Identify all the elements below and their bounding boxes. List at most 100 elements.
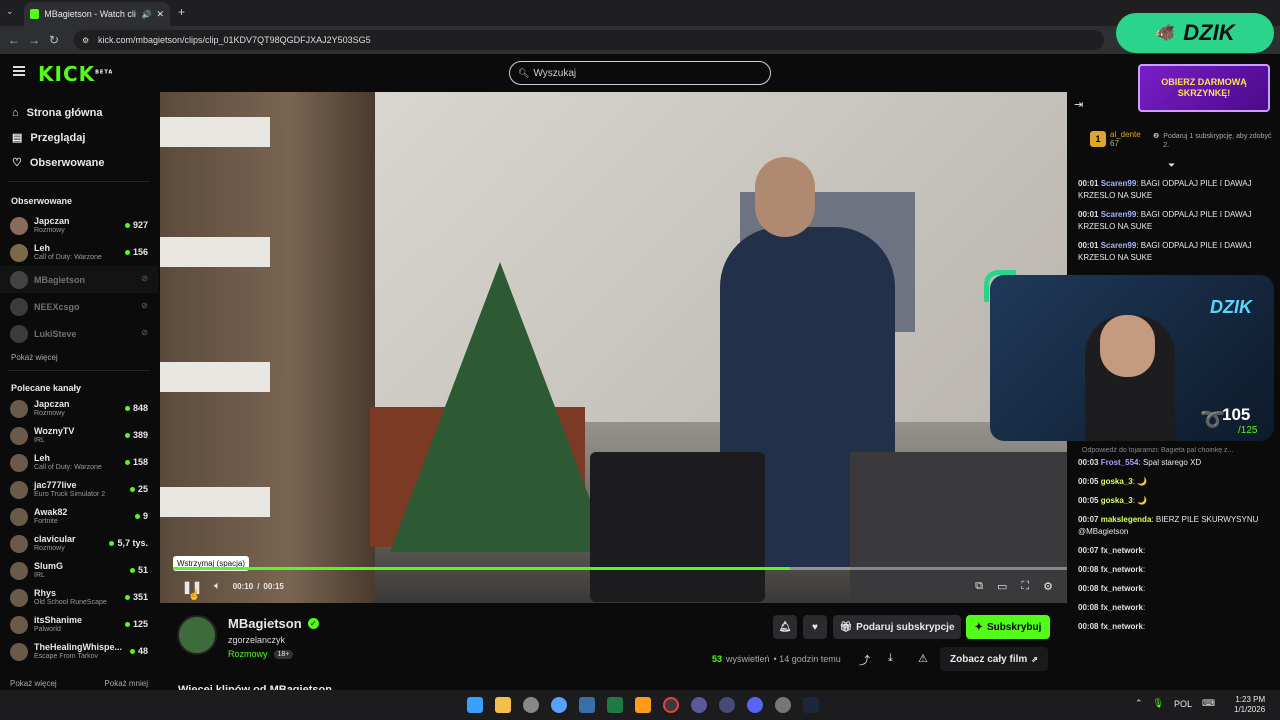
clip-author[interactable]: zgorzelanczyk — [228, 635, 285, 645]
windows-start-icon[interactable] — [467, 697, 483, 713]
browser-tab-bar: ⌄ MBagietson - Watch clips o 🔊 ✕ + — [0, 0, 1280, 26]
browser-tab[interactable]: MBagietson - Watch clips o 🔊 ✕ — [24, 2, 170, 26]
share-icon[interactable]: ⤴ — [859, 652, 870, 668]
kick-logo[interactable]: KICKBETA — [38, 62, 113, 86]
network-icon[interactable]: ⌨ — [1202, 698, 1215, 709]
settings-icon[interactable]: ⚙ — [1043, 580, 1053, 593]
steam-icon[interactable] — [803, 697, 819, 713]
reload-icon[interactable]: ↻ — [44, 33, 64, 47]
chat-message[interactable]: 00:01 Scaren99: BAGI ODPALAJ PILE I DAWA… — [1068, 240, 1280, 264]
recommended-channel[interactable]: Japczan Rozmowy 848 — [0, 395, 158, 422]
clock[interactable]: 1:23 PM 1/1/2026 — [1234, 695, 1265, 715]
category-link[interactable]: Rozmowy — [228, 649, 268, 659]
nav-following[interactable]: ♡ Obserwowane — [0, 150, 158, 175]
followed-channel[interactable]: Leh Call of Duty: Warzone 156 — [0, 239, 158, 266]
language-indicator[interactable]: POL — [1174, 699, 1192, 709]
video-player[interactable]: Wstrzymaj (spacja) ❚❚ 🔈︎ 00:10 / 00:15 ⧉… — [160, 92, 1067, 603]
app-icon[interactable] — [523, 697, 539, 713]
show-less-recommended[interactable]: Pokaż mniej — [104, 679, 148, 688]
show-more-followed[interactable]: Pokaż więcej — [0, 353, 158, 362]
recommended-channel[interactable]: Rhys Old School RuneScape 351 — [0, 584, 158, 611]
show-more-recommended[interactable]: Pokaż więcej — [10, 679, 57, 688]
gift-subscription-button[interactable]: 🎁︎ Podaruj subskrypcje — [833, 615, 961, 639]
chat-message[interactable]: 00:05 goska_3: 🌙 — [1068, 476, 1280, 488]
chat-message[interactable]: 00:07 makslegenda: BIERZ PILE SKURWYSYNU… — [1068, 514, 1280, 538]
recommended-channel[interactable]: TheHealingWhispe... Escape From Tarkov 48 — [0, 638, 158, 665]
subscribe-button[interactable]: ✦ Subskrybuj — [966, 615, 1050, 639]
chat-message[interactable]: 00:08 fx_network: — [1068, 621, 1280, 633]
collapse-chat-icon[interactable]: ⇥ — [1074, 98, 1083, 111]
recommended-channel[interactable]: itsShanime Palworld 125 — [0, 611, 158, 638]
app-icon[interactable] — [691, 697, 707, 713]
recommended-channel[interactable]: clavicular Rozmowy 5,7 tys. — [0, 530, 158, 557]
chat-username[interactable]: fx_network — [1101, 622, 1143, 631]
tab-list-dropdown[interactable]: ⌄ — [6, 6, 14, 17]
recommended-channel[interactable]: SlumG IRL 51 — [0, 557, 158, 584]
chat-username[interactable]: goska_3 — [1101, 477, 1133, 486]
chrome-icon[interactable] — [663, 697, 679, 713]
chat-message[interactable]: 00:08 fx_network: — [1068, 583, 1280, 595]
chat-username[interactable]: fx_network — [1101, 565, 1143, 574]
report-icon[interactable]: ⚠ — [918, 652, 928, 665]
chat-message[interactable]: 00:01 Scaren99: BAGI ODPALAJ PILE I DAWA… — [1068, 209, 1280, 233]
chat-message[interactable]: 00:05 goska_3: 🌙 — [1068, 495, 1280, 507]
recommended-channel[interactable]: Awak82 Fortnite 9 — [0, 503, 158, 530]
followed-channel[interactable]: Japczan Rozmowy 927 — [0, 212, 158, 239]
mic-icon[interactable]: 🎙︎ — [1153, 698, 1164, 709]
followed-channel-offline[interactable]: LukiSteve ⊘ — [0, 320, 158, 347]
close-tab-icon[interactable]: ✕ — [156, 9, 164, 20]
chat-username[interactable]: fx_network — [1101, 546, 1143, 555]
chat-username[interactable]: goska_3 — [1101, 496, 1133, 505]
volume-icon[interactable]: 🔈︎ — [214, 580, 221, 593]
followed-channel-offline[interactable]: NEEXcsgo ⊘ — [0, 293, 158, 320]
site-info-icon[interactable]: ⚙ — [82, 36, 89, 45]
pip-icon[interactable]: ⧉ — [975, 580, 983, 593]
recommended-channel[interactable]: jac777live Euro Truck Simulator 2 25 — [0, 476, 158, 503]
external-link-icon: ⇗ — [1031, 654, 1038, 664]
chat-message[interactable]: 00:01 Scaren99: BAGI ODPALAJ PILE I DAWA… — [1068, 178, 1280, 202]
hamburger-menu-icon[interactable] — [13, 66, 25, 76]
nav-home[interactable]: ⌂ Strona główna — [0, 100, 158, 125]
chat-username[interactable]: fx_network — [1101, 584, 1143, 593]
audio-icon[interactable]: 🔊 — [141, 10, 151, 19]
theater-icon[interactable]: ▭ — [997, 580, 1007, 593]
chat-username[interactable]: Frost_554 — [1101, 458, 1139, 467]
avatar — [10, 480, 28, 499]
nav-browse[interactable]: ▤ Przeglądaj — [0, 125, 158, 150]
chat-message[interactable]: 00:07 fx_network: — [1068, 545, 1280, 557]
fullscreen-icon[interactable]: ⛶ — [1021, 580, 1029, 593]
followed-channel-offline[interactable]: MBagietson ⊘ — [0, 266, 158, 293]
chat-message[interactable]: 00:03 Frost_554: Spal starego XD — [1068, 457, 1280, 469]
app-icon[interactable] — [719, 697, 735, 713]
back-icon[interactable]: ← — [4, 33, 24, 47]
forward-icon[interactable]: → — [24, 33, 44, 47]
discord-icon[interactable] — [747, 697, 763, 713]
chat-username[interactable]: makslegenda — [1101, 515, 1152, 524]
chat-message[interactable]: 00:08 fx_network: — [1068, 602, 1280, 614]
steam-icon[interactable] — [579, 697, 595, 713]
chat-username[interactable]: fx_network — [1101, 603, 1143, 612]
notifications-button[interactable]: 🔔︎ — [773, 615, 797, 639]
promo-banner[interactable]: OBIERZ DARMOWĄ SKRZYNKĘ! — [1138, 64, 1270, 112]
channel-name[interactable]: MBagietson — [228, 616, 302, 631]
app-icon[interactable] — [551, 697, 567, 713]
channel-avatar[interactable] — [177, 615, 217, 655]
app-icon[interactable] — [635, 697, 651, 713]
recommended-channel[interactable]: Leh Call of Duty: Warzone 158 — [0, 449, 158, 476]
settings-app-icon[interactable] — [775, 697, 791, 713]
search-input[interactable]: 🔍︎ Wyszukaj — [509, 61, 771, 85]
pinned-toggle-icon[interactable]: ⏷ — [1168, 160, 1175, 171]
new-tab-button[interactable]: + — [178, 5, 185, 19]
excel-icon[interactable] — [607, 697, 623, 713]
download-icon[interactable]: ⤓ — [888, 652, 893, 665]
follow-button[interactable]: ♥ — [803, 615, 827, 639]
chat-username[interactable]: Scaren99 — [1101, 210, 1137, 219]
tray-chevron-icon[interactable]: ⌃ — [1135, 698, 1143, 709]
watch-full-button[interactable]: Zobacz cały film ⇗ — [940, 647, 1048, 671]
recommended-channel[interactable]: WoznyTV IRL 389 — [0, 422, 158, 449]
file-explorer-icon[interactable] — [495, 697, 511, 713]
chat-message[interactable]: 00:08 fx_network: — [1068, 564, 1280, 576]
chat-username[interactable]: Scaren99 — [1101, 241, 1137, 250]
chat-username[interactable]: Scaren99 — [1101, 179, 1137, 188]
url-field[interactable]: ⚙ kick.com/mbagietson/clips/clip_01KDV7Q… — [74, 30, 1104, 50]
